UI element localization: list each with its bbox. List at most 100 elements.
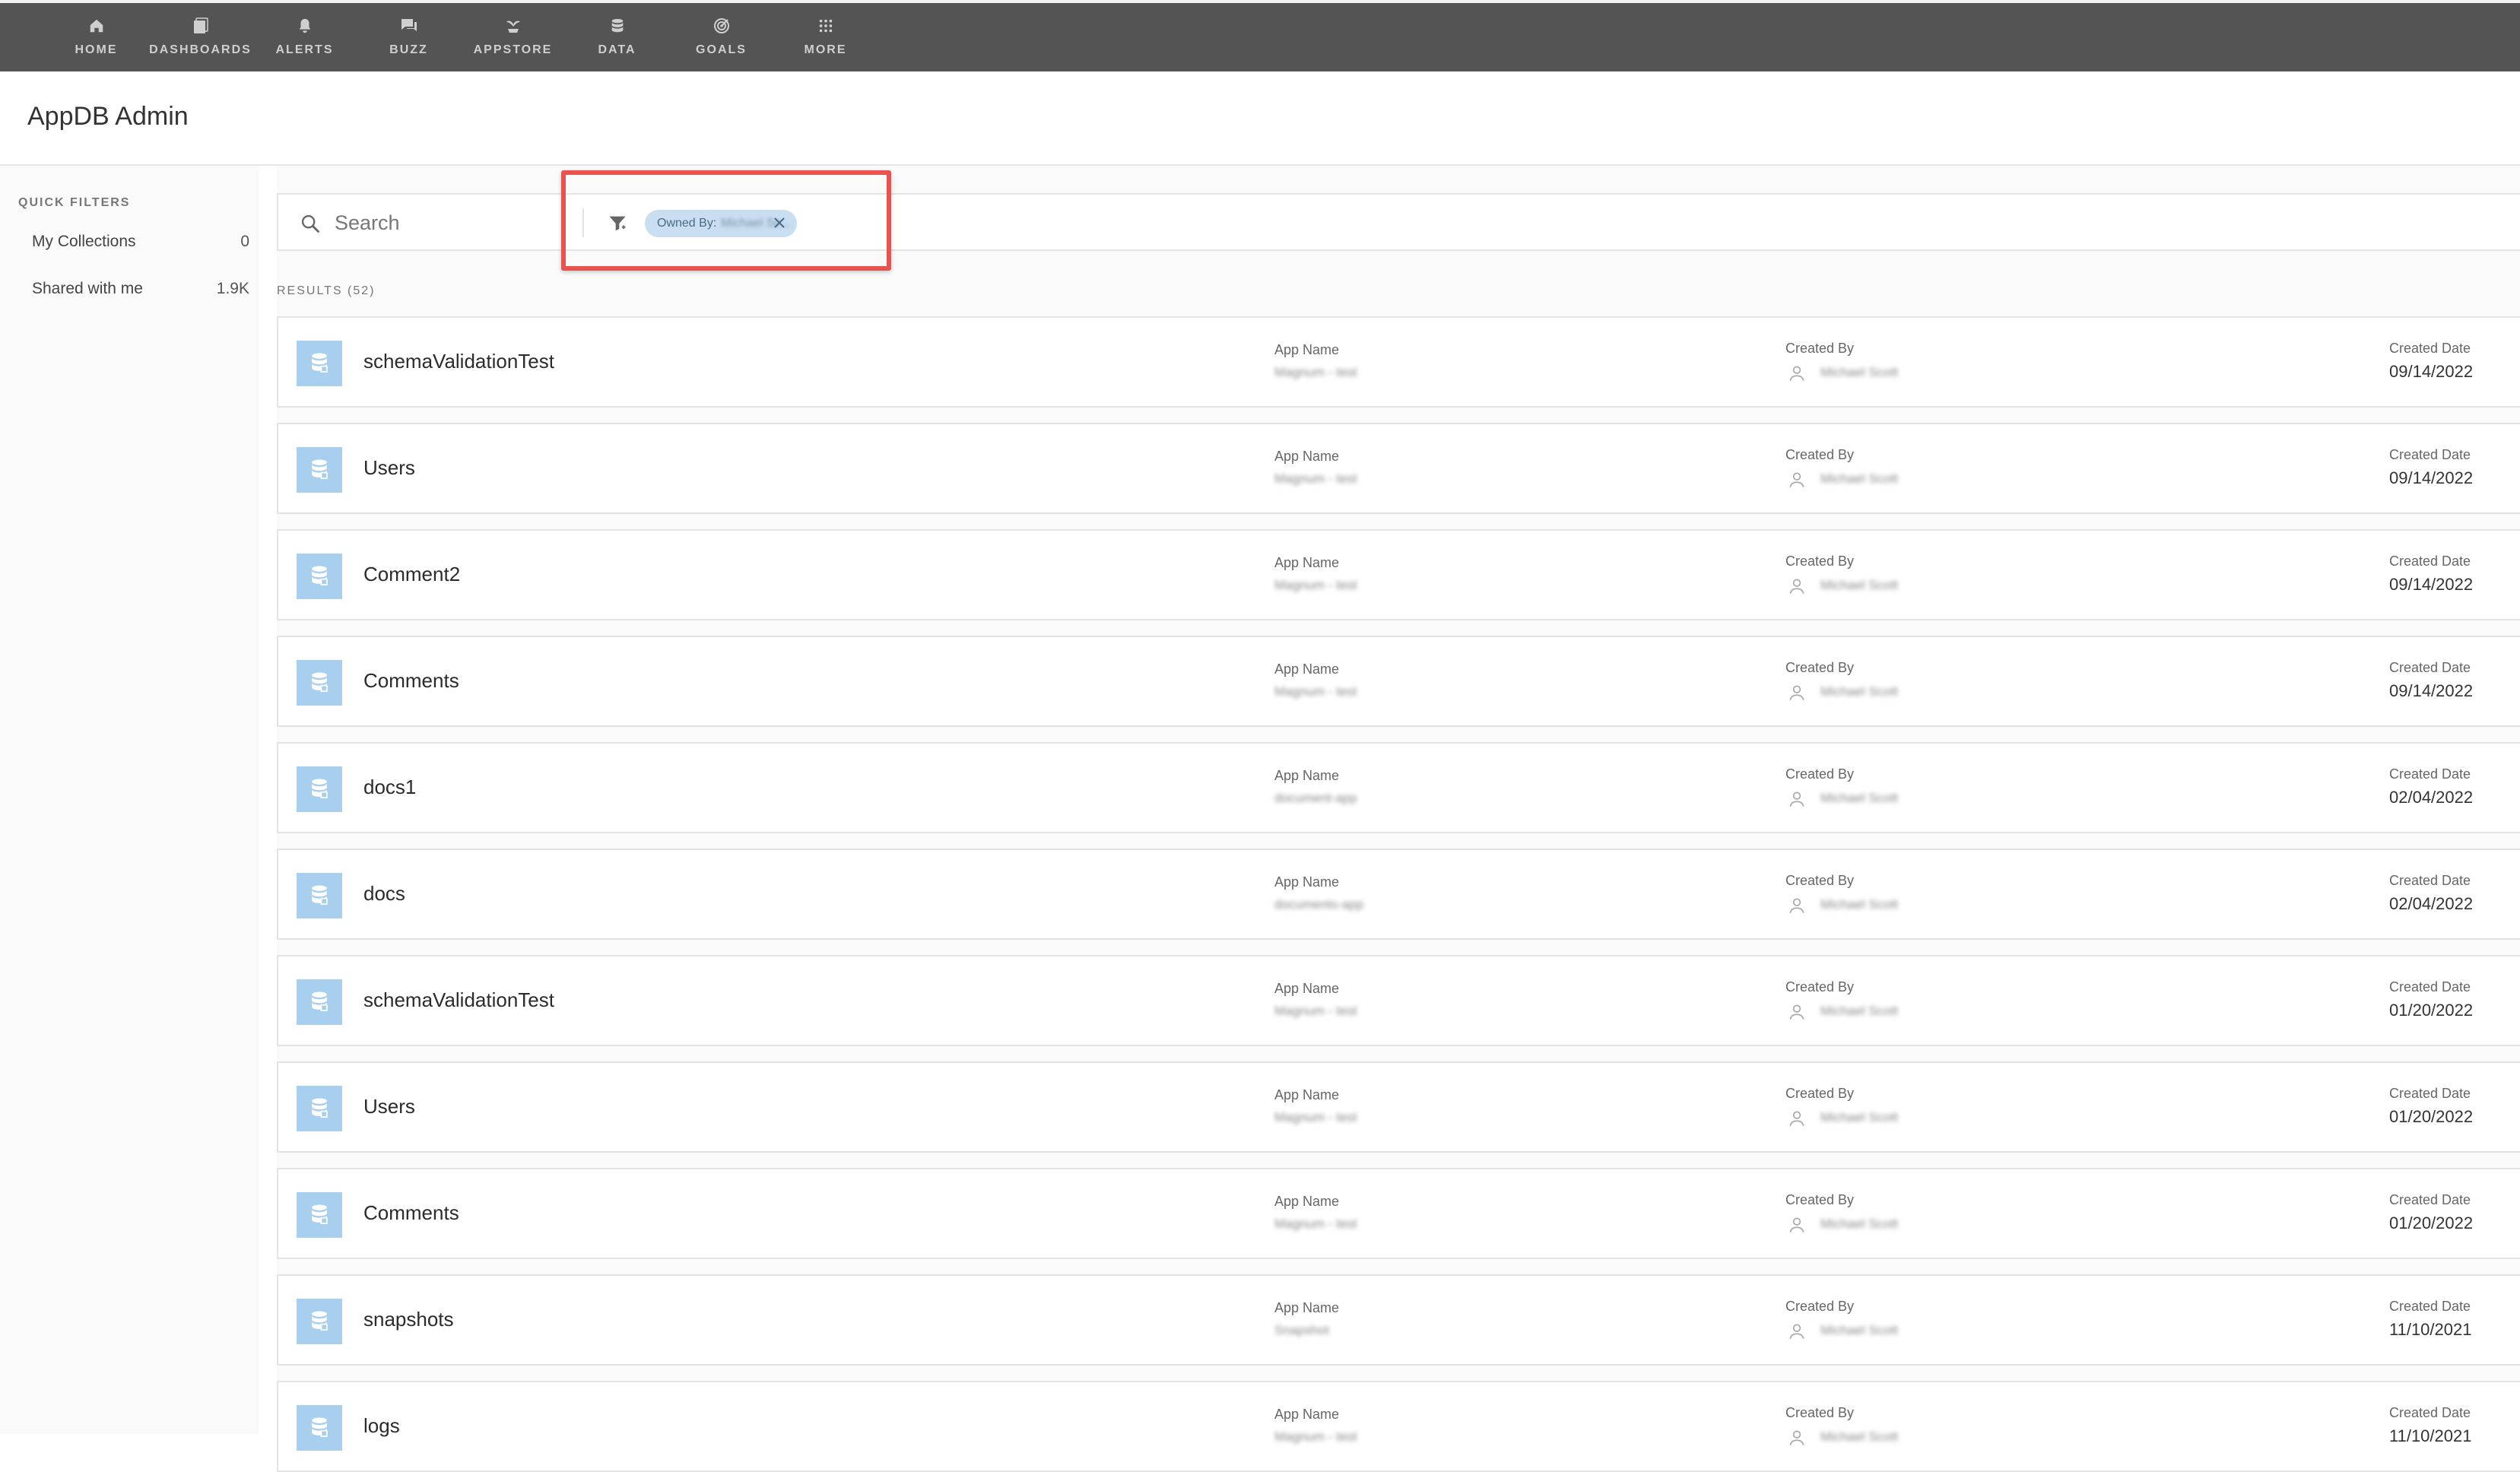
quick-filter-shared-with-me[interactable]: Shared with me 1.9K: [32, 280, 249, 298]
appstore-icon: [502, 14, 525, 37]
created-by-label: Created By: [1785, 1299, 1855, 1314]
app-name-value: Magnum - test: [1274, 1217, 1357, 1231]
nav-item-label: BUZZ: [389, 43, 428, 56]
nav-item-label: GOALS: [696, 43, 747, 56]
collection-name[interactable]: Comments: [363, 1201, 459, 1225]
table-row[interactable]: docs1 App Name document-app Created By Micha…: [277, 742, 2520, 833]
page-title: AppDB Admin: [27, 102, 189, 131]
created-by-value: Michael Scott: [1820, 1323, 1899, 1337]
table-row[interactable]: Comments App Name Magnum - test Created By M…: [277, 636, 2520, 727]
collection-name[interactable]: schemaValidationTest: [363, 988, 554, 1012]
created-by-value: Michael Scott: [1820, 897, 1899, 912]
table-row[interactable]: schemaValidationTest App Name Magnum - tes…: [277, 955, 2520, 1046]
created-by-value: Michael Scott: [1820, 1004, 1899, 1018]
quick-filters-heading: QUICK FILTERS: [18, 196, 131, 209]
created-date-value: 01/20/2022: [2389, 1107, 2474, 1126]
collection-name[interactable]: Comments: [363, 669, 459, 693]
created-by-label: Created By: [1785, 341, 1855, 356]
table-row[interactable]: Comment2 App Name Magnum - test Created By M…: [277, 529, 2520, 620]
table-row[interactable]: docs App Name documents-app Created By Micha…: [277, 849, 2520, 940]
grid-icon: [814, 14, 837, 37]
search-input[interactable]: [333, 205, 564, 240]
app-name-value: Magnum - test: [1274, 1429, 1357, 1444]
nav-item-label: DATA: [598, 43, 636, 56]
database-icon: [297, 873, 342, 918]
nav-item-home[interactable]: HOME: [44, 3, 148, 68]
app-name-value: Magnum - test: [1274, 471, 1357, 486]
top-nav: HOME DASHBOARDS ALERTS BUZZ APPSTORE DATA GOAL…: [0, 0, 2520, 71]
app-name-value: documents-app: [1274, 897, 1364, 912]
user-avatar-icon: [1787, 789, 1807, 809]
chat-icon: [398, 14, 421, 37]
user-avatar-icon: [1787, 1002, 1807, 1022]
app-name-label: App Name: [1274, 661, 1340, 677]
bell-icon: [294, 14, 316, 37]
created-date-value: 01/20/2022: [2389, 1213, 2474, 1232]
nav-item-more[interactable]: MORE: [773, 3, 878, 68]
collection-name[interactable]: Comment2: [363, 563, 460, 586]
nav-item-appstore[interactable]: APPSTORE: [461, 3, 565, 68]
created-date-value: 11/10/2021: [2389, 1426, 2472, 1445]
search-icon: [300, 213, 321, 238]
database-icon: [297, 1192, 342, 1238]
created-date-value: 02/04/2022: [2389, 894, 2474, 913]
database-icon: [606, 14, 629, 37]
home-icon: [85, 14, 108, 37]
nav-item-label: DASHBOARDS: [149, 43, 252, 56]
target-icon: [710, 14, 733, 37]
database-icon: [297, 979, 342, 1025]
user-avatar-icon: [1787, 470, 1807, 490]
collection-name[interactable]: Users: [363, 1095, 415, 1118]
created-date-label: Created Date: [2389, 447, 2471, 462]
app-name-label: App Name: [1274, 1194, 1340, 1209]
app-name-value: Magnum - test: [1274, 1110, 1357, 1125]
user-avatar-icon: [1787, 683, 1807, 703]
app-name-label: App Name: [1274, 981, 1340, 996]
created-by-value: Michael Scott: [1820, 791, 1899, 805]
created-date-label: Created Date: [2389, 660, 2471, 675]
table-row[interactable]: Comments App Name Magnum - test Created By M…: [277, 1168, 2520, 1259]
collection-name[interactable]: docs1: [363, 776, 416, 799]
app-name-label: App Name: [1274, 555, 1340, 570]
nav-item-data[interactable]: DATA: [565, 3, 669, 68]
nav-item-buzz[interactable]: BUZZ: [357, 3, 461, 68]
created-date-label: Created Date: [2389, 979, 2471, 995]
collection-name[interactable]: logs: [363, 1414, 400, 1438]
user-avatar-icon: [1787, 1428, 1807, 1448]
table-row[interactable]: Users App Name Magnum - test Created By Mich…: [277, 423, 2520, 514]
nav-item-dashboards[interactable]: DASHBOARDS: [148, 3, 252, 68]
app-name-value: Magnum - test: [1274, 365, 1357, 379]
nav-item-label: ALERTS: [275, 43, 334, 56]
highlight-annotation: [561, 170, 891, 271]
user-avatar-icon: [1787, 1215, 1807, 1235]
nav-item-label: APPSTORE: [473, 43, 553, 56]
created-date-label: Created Date: [2389, 1086, 2471, 1101]
nav-item-alerts[interactable]: ALERTS: [252, 3, 357, 68]
table-row[interactable]: logs App Name Magnum - test Created By Micha…: [277, 1381, 2520, 1472]
user-avatar-icon: [1787, 1109, 1807, 1128]
results-count: RESULTS (52): [277, 284, 376, 297]
created-date-value: 09/14/2022: [2389, 468, 2474, 487]
created-date-value: 09/14/2022: [2389, 681, 2474, 700]
quick-filter-count: 1.9K: [216, 280, 249, 297]
created-by-value: Michael Scott: [1820, 578, 1899, 592]
table-row[interactable]: schemaValidationTest App Name Magnum - tes…: [277, 316, 2520, 408]
quick-filter-my-collections[interactable]: My Collections 0: [32, 233, 249, 251]
table-row[interactable]: snapshots App Name Snapshot Created By Micha…: [277, 1274, 2520, 1366]
collection-name[interactable]: docs: [363, 882, 405, 906]
created-date-label: Created Date: [2389, 766, 2471, 782]
created-date-label: Created Date: [2389, 1405, 2471, 1420]
sidebar: QUICK FILTERS My Collections 0 Shared wi…: [0, 166, 259, 1434]
collection-name[interactable]: Users: [363, 456, 415, 480]
created-date-label: Created Date: [2389, 1192, 2471, 1207]
collection-name[interactable]: schemaValidationTest: [363, 350, 554, 373]
nav-item-goals[interactable]: GOALS: [669, 3, 773, 68]
app-name-value: document-app: [1274, 791, 1357, 805]
window-top-strip: [0, 0, 2520, 3]
quick-filter-label: My Collections: [32, 233, 136, 250]
collection-name[interactable]: snapshots: [363, 1308, 454, 1331]
user-avatar-icon: [1787, 896, 1807, 915]
table-row[interactable]: Users App Name Magnum - test Created By Mich…: [277, 1061, 2520, 1153]
created-date-label: Created Date: [2389, 873, 2471, 888]
created-date-value: 01/20/2022: [2389, 1001, 2474, 1020]
